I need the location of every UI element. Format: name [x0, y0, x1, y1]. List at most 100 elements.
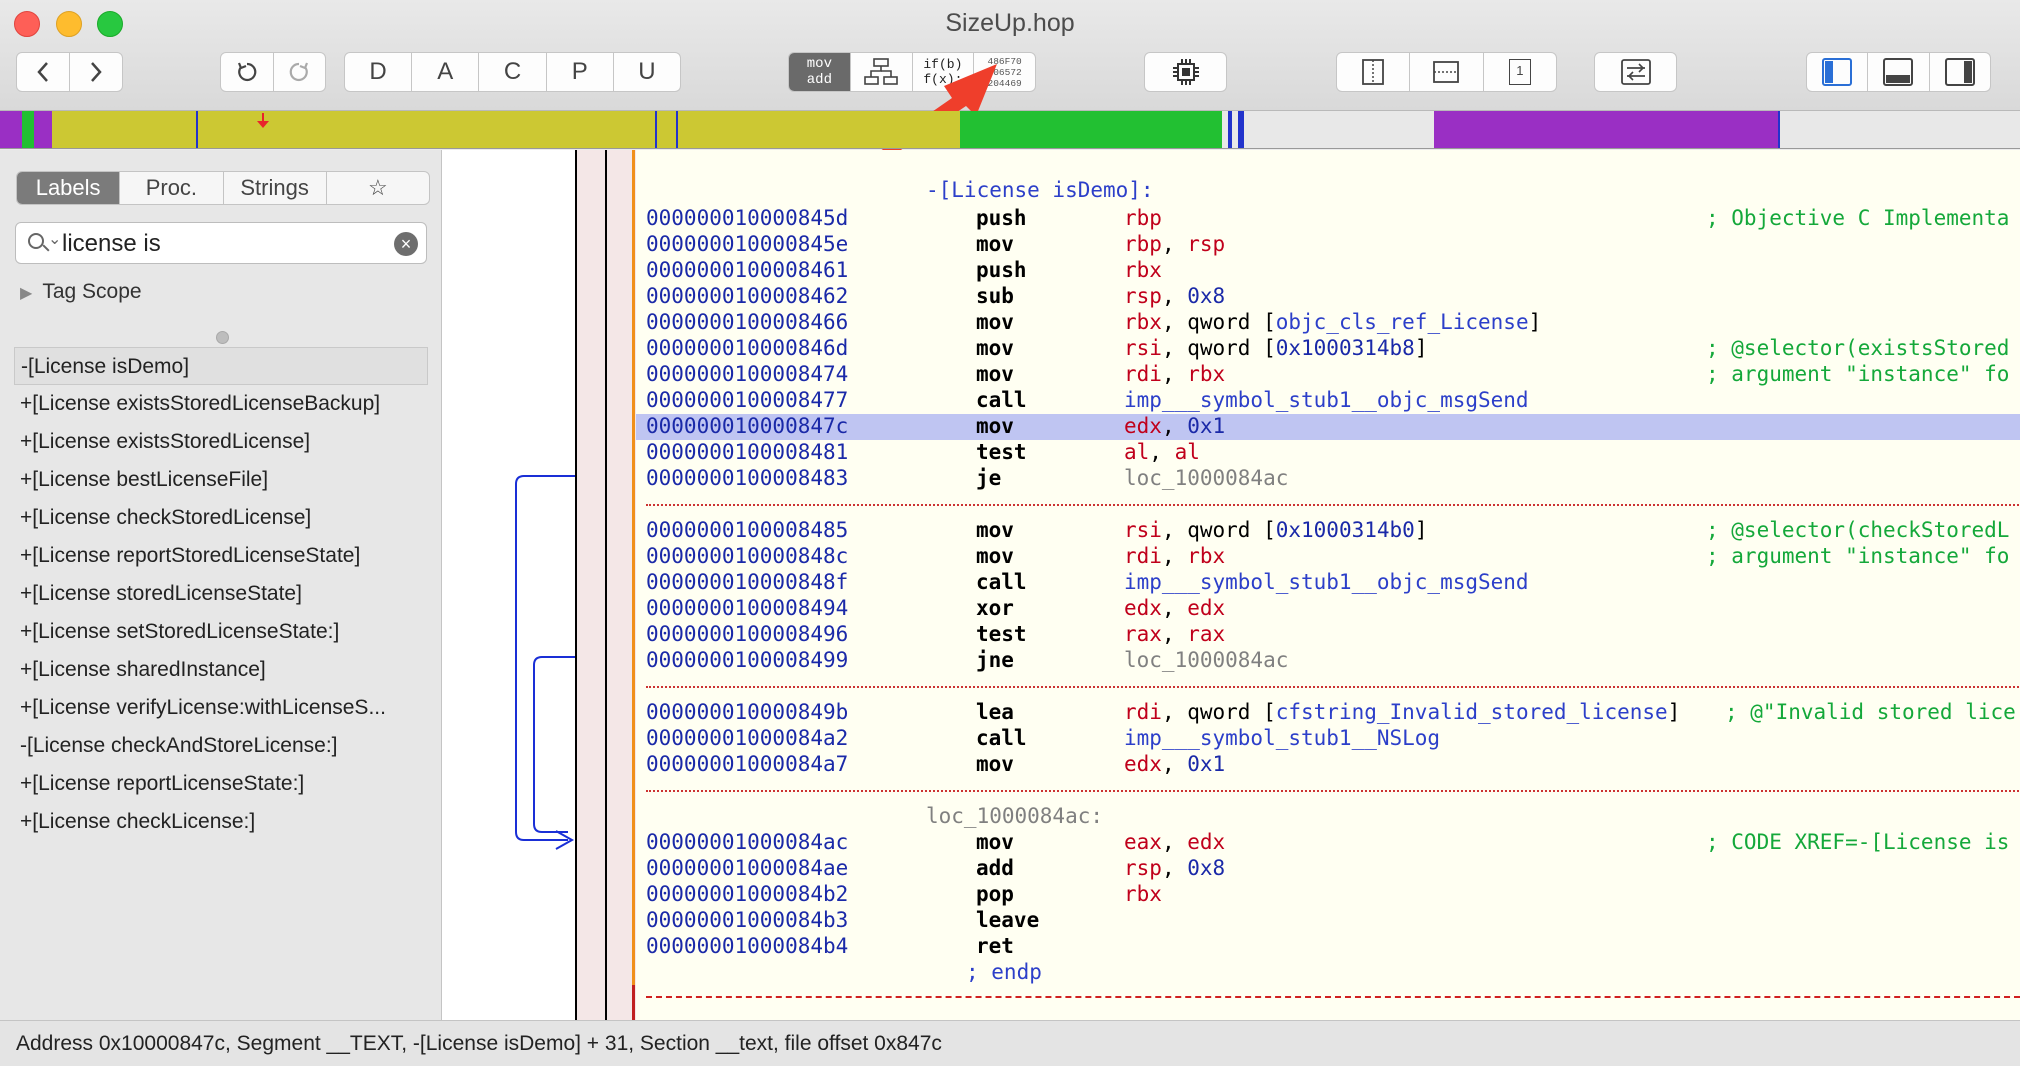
label-list-item[interactable]: +[License verifyLicense:withLicenseS... [14, 689, 428, 727]
operand-token[interactable]: cfstring_Invalid_stored_license [1276, 700, 1668, 724]
back-button[interactable] [17, 53, 70, 91]
selected-instruction-line[interactable]: 000000010000847c mov edx, 0x1 [636, 414, 2020, 440]
search-input-value[interactable]: license is [62, 230, 161, 258]
location-label[interactable]: loc_1000084ac: [926, 804, 1103, 830]
operand-token[interactable]: imp___symbol_stub1__objc_msgSend [1124, 570, 1529, 594]
right-panel-toggle[interactable] [1930, 53, 1990, 91]
cpu-button[interactable] [1144, 52, 1227, 92]
panel-toggle-segment [1806, 52, 1991, 92]
operand-token: 0x8 [1187, 856, 1226, 880]
tab-labels[interactable]: Labels [17, 172, 121, 204]
label-list-item[interactable]: +[License reportStoredLicenseState] [14, 537, 428, 575]
tag-scope-disclosure[interactable]: ▶ Tag Scope [20, 280, 142, 304]
operand-token[interactable]: loc_1000084ac [1124, 648, 1288, 672]
undefined-button[interactable]: U [614, 53, 680, 91]
nav-segment-code [960, 111, 1222, 148]
label-list-item[interactable]: -[License checkAndStoreLicense:] [14, 727, 428, 765]
left-panel-toggle[interactable] [1807, 53, 1869, 91]
operand-token: ] [1528, 310, 1542, 334]
label-list-item[interactable]: +[License sharedInstance] [14, 651, 428, 689]
operand-token: rsi [1124, 518, 1162, 542]
tab-strings[interactable]: Strings [224, 172, 327, 204]
instruction-operands: rsi, qword [0x1000314b8] [1124, 336, 1427, 360]
label-list-item[interactable]: +[License setStoredLicenseState:] [14, 613, 428, 651]
data-button[interactable]: D [345, 53, 413, 91]
forward-button[interactable] [70, 53, 122, 91]
operand-token: , [1161, 752, 1188, 776]
breakpoint-column[interactable] [575, 150, 636, 1020]
status-text: Address 0x10000847c, Segment __TEXT, -[L… [16, 1032, 942, 1055]
label-list-item[interactable]: +[License checkLicense:] [14, 803, 428, 841]
operand-token: , qword [ [1161, 700, 1276, 724]
disassembly-view[interactable]: -[License isDemo]: 000000010000845d push r… [636, 150, 2020, 1020]
inspector-toggle-button[interactable] [1594, 52, 1677, 92]
instruction-mnemonic: mov [976, 830, 1014, 854]
instruction-comment: ; argument "instance" fo [1706, 362, 2010, 386]
navigation-bar[interactable] [0, 111, 2020, 149]
label-list-item[interactable]: +[License storedLicenseState] [14, 575, 428, 613]
instruction-mnemonic: mov [976, 310, 1014, 334]
code-button[interactable]: C [479, 53, 547, 91]
bottom-panel-toggle[interactable] [1868, 53, 1930, 91]
operand-token: rsi [1124, 336, 1162, 360]
instruction-address: 0000000100008481 [646, 440, 849, 464]
instruction-comment: ; argument "instance" fo [1706, 544, 2010, 568]
nav-segment-procedure [0, 111, 22, 148]
column-split-button[interactable] [1337, 53, 1411, 91]
instruction-mnemonic: test [976, 622, 1027, 646]
operand-token: , qword [ [1161, 310, 1276, 334]
operand-token: , [1161, 856, 1188, 880]
assembly-mode-button[interactable]: mov add [789, 53, 851, 91]
procedure-button[interactable]: P [547, 53, 614, 91]
search-options-chevron-icon[interactable]: ⌄ [48, 229, 61, 249]
instruction-mnemonic: mov [976, 336, 1014, 360]
row-split-button[interactable] [1410, 53, 1484, 91]
instruction-address: 00000001000084ac [646, 830, 849, 854]
operand-token[interactable]: objc_cls_ref_License [1276, 310, 1529, 334]
cpu-chip-icon [1172, 59, 1199, 85]
segment-view-segment: 1 [1336, 52, 1557, 92]
instruction-operands: rdi, qword [cfstring_Invalid_stored_lice… [1124, 700, 1680, 724]
undo-button[interactable] [221, 53, 274, 91]
label-list-item[interactable]: +[License existsStoredLicenseBackup] [14, 385, 428, 423]
operand-token[interactable]: loc_1000084ac [1124, 466, 1288, 490]
nav-segment-code [22, 111, 34, 148]
operand-token[interactable]: imp___symbol_stub1__objc_msgSend [1124, 388, 1529, 412]
instruction-operands: loc_1000084ac [1124, 648, 1288, 672]
label-list-item[interactable]: +[License reportLicenseState:] [14, 765, 428, 803]
procedure-end-separator [646, 996, 2020, 998]
split-view-handle[interactable] [216, 331, 229, 344]
toolbar: SizeUp.hop D A C P U mov add if(b) f(x);… [0, 0, 2020, 150]
instruction-address: 000000010000845d [646, 206, 849, 230]
label-list-item[interactable]: +[License existsStoredLicense] [14, 423, 428, 461]
operand-token: eax [1124, 830, 1162, 854]
procedure-range-bar [632, 150, 635, 985]
single-pane-button[interactable]: 1 [1484, 53, 1556, 91]
tab-procedures[interactable]: Proc. [120, 172, 224, 204]
operand-token[interactable]: imp___symbol_stub1__NSLog [1124, 726, 1440, 750]
operand-token: rbp [1124, 232, 1162, 256]
label-list-item[interactable]: +[License checkStoredLicense] [14, 499, 428, 537]
tab-bookmarks[interactable]: ☆ [327, 172, 429, 204]
basic-block-separator [646, 686, 2020, 688]
operand-token: edx [1124, 752, 1162, 776]
label-search-field[interactable]: ⌄ license is × [15, 222, 427, 264]
instruction-mnemonic: test [976, 440, 1027, 464]
operand-token: rbx [1187, 544, 1226, 568]
assembly-mode-bottom: add [806, 72, 832, 88]
clear-search-icon[interactable]: × [394, 232, 418, 256]
instruction-operands: edx, 0x1 [1124, 752, 1225, 776]
label-list-item[interactable]: +[License bestLicenseFile] [14, 461, 428, 499]
operand-token: edx [1187, 830, 1226, 854]
column-split-icon [1362, 59, 1385, 85]
instruction-mnemonic: call [976, 570, 1027, 594]
operand-token: 0x1 [1187, 414, 1226, 438]
redo-button[interactable] [274, 53, 326, 91]
operand-token: , [1161, 414, 1188, 438]
operand-token: rbx [1187, 362, 1226, 386]
operand-token: rdi [1124, 544, 1162, 568]
label-list-item[interactable]: -[License isDemo] [14, 347, 428, 385]
ascii-button[interactable]: A [412, 53, 480, 91]
instruction-mnemonic: leave [976, 908, 1040, 932]
instruction-operands: imp___symbol_stub1__NSLog [1124, 726, 1440, 750]
